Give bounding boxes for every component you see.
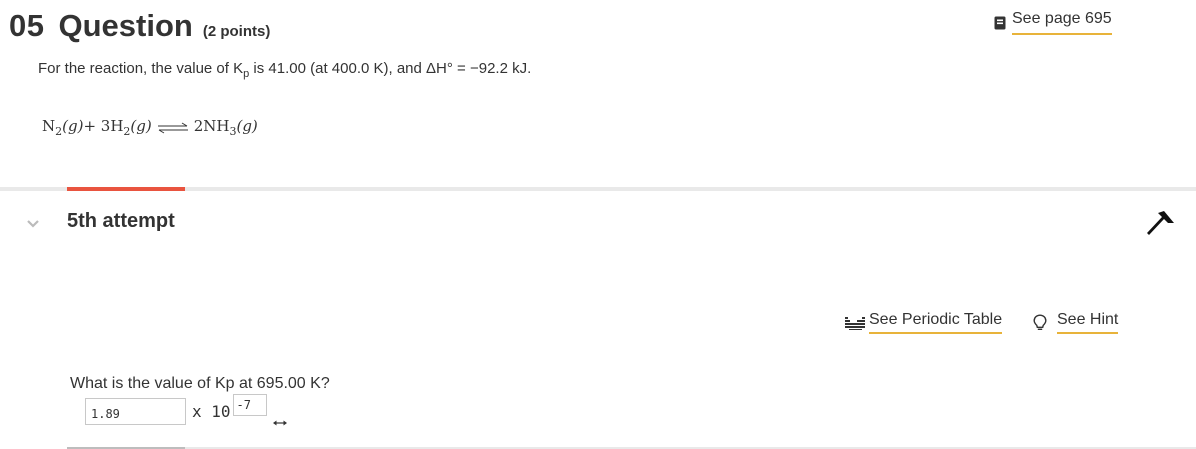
see-page-label[interactable]: See page 695 xyxy=(1012,10,1112,35)
question-header: 05 Question (2 points) xyxy=(9,8,270,44)
sub-question-text: What is the value of Kp at 695.00 K? xyxy=(70,375,330,392)
periodic-table-label[interactable]: See Periodic Table xyxy=(869,311,1003,334)
lightbulb-icon xyxy=(1033,313,1047,332)
pin-icon[interactable] xyxy=(1143,208,1177,238)
periodic-table-icon xyxy=(845,316,865,330)
question-number: 05 xyxy=(9,8,45,43)
attempt-title: 5th attempt xyxy=(67,210,175,232)
attempt-tab-accent xyxy=(67,187,185,191)
see-page-link[interactable]: See page 695 xyxy=(994,10,1112,35)
reactant-h2: + 3H2(g) xyxy=(83,117,152,138)
question-points: (2 points) xyxy=(202,23,271,40)
prompt-text: For the reaction, the value of K xyxy=(38,60,244,77)
answer-row: x 10 xyxy=(85,394,287,425)
product-nh3: 2NH3(g) xyxy=(193,117,258,138)
question-prompt: For the reaction, the value of Kp is 41.… xyxy=(38,60,531,80)
question-label: Question xyxy=(58,8,193,43)
hint-label[interactable]: See Hint xyxy=(1057,311,1119,334)
chevron-down-icon[interactable] xyxy=(26,216,40,228)
prompt-text-rest: is 41.00 (at 400.0 K), and ΔH° = −92.2 k… xyxy=(249,60,532,77)
reactant-n2: N2(g) xyxy=(42,117,84,138)
times-ten-label: x 10 xyxy=(192,402,231,421)
equilibrium-arrows-icon xyxy=(156,121,190,135)
see-periodic-table-link[interactable]: See Periodic Table xyxy=(845,311,1003,334)
chemical-equation: N2(g) + 3H2(g) 2NH3(g) xyxy=(42,117,258,138)
book-icon xyxy=(994,16,1006,30)
mantissa-input[interactable] xyxy=(85,398,186,425)
see-hint-link[interactable]: See Hint xyxy=(1033,311,1119,334)
resize-arrows-icon[interactable] xyxy=(272,414,287,425)
exponent-input[interactable] xyxy=(232,394,267,416)
